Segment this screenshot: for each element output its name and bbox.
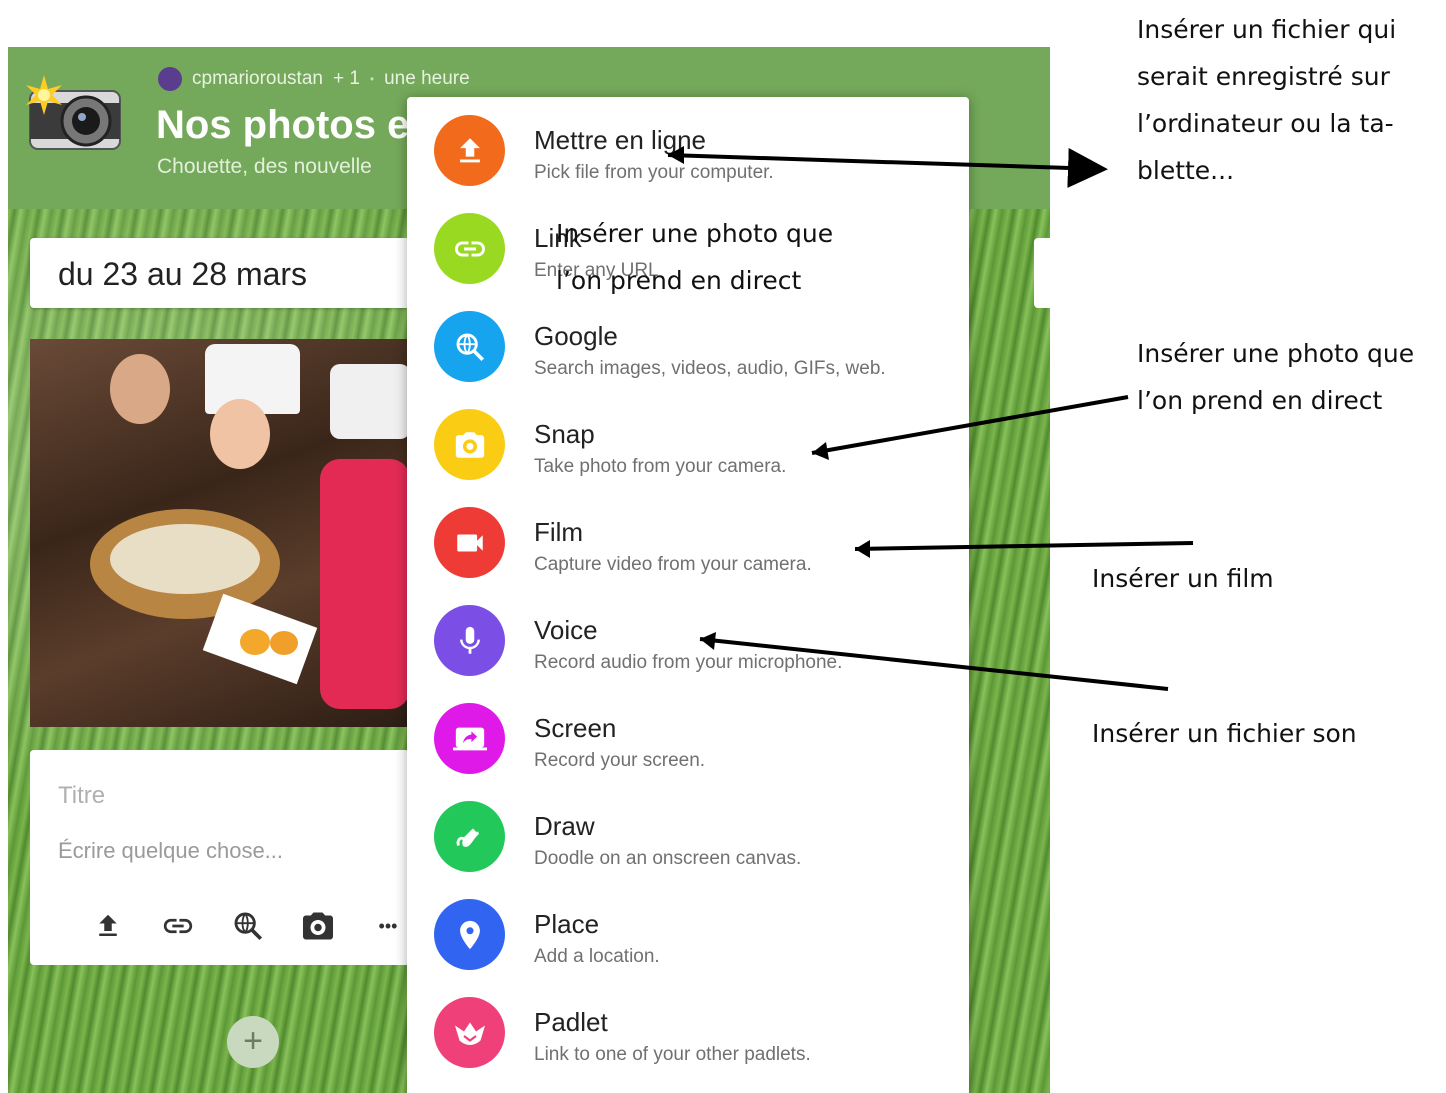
post-photo[interactable] (30, 339, 410, 727)
upload-icon (434, 115, 505, 186)
location-pin-icon (434, 899, 505, 970)
menu-item-description: Pick file from your computer. (534, 162, 774, 183)
menu-item-label: Snap (534, 419, 595, 449)
avatar[interactable] (158, 67, 182, 91)
annotation-line: l’on prend en direct (556, 266, 802, 295)
add-post-button[interactable]: + (227, 1016, 279, 1068)
annotation-line: Insérer une photo que (556, 219, 834, 248)
board-subtitle: Chouette, des nouvelle (157, 155, 372, 178)
photo-detail (110, 524, 260, 594)
annotation-line: l’on prend en direct (1137, 386, 1383, 415)
upload-icon[interactable] (90, 908, 126, 944)
menu-item-description: Link to one of your other padlets. (534, 1044, 811, 1065)
annotation-line: serait enregistré sur (1137, 62, 1390, 91)
menu-item-place[interactable]: Place Add a location. (407, 881, 969, 979)
username[interactable]: cpmarioroustan (192, 68, 323, 90)
camera-icon[interactable] (300, 908, 336, 944)
post-meta: cpmarioroustan + 1 • une heure (158, 67, 470, 91)
menu-item-screen[interactable]: Screen Record your screen. (407, 685, 969, 783)
photo-detail (330, 364, 410, 439)
photo-detail (110, 354, 170, 424)
photo-detail (240, 629, 270, 655)
video-camera-icon (434, 507, 505, 578)
photo-detail (320, 459, 410, 709)
menu-item-label: Screen (534, 713, 617, 743)
menu-item-google[interactable]: Google Search images, videos, audio, GIF… (407, 293, 969, 391)
menu-item-label: Place (534, 909, 600, 939)
menu-item-description: Record audio from your microphone. (534, 652, 843, 673)
photo-detail (210, 399, 270, 469)
annotation-line: Insérer une photo que (1137, 339, 1415, 368)
draw-icon (434, 801, 505, 872)
menu-item-label: Mettre en ligne (534, 125, 706, 155)
camera-logo-icon (26, 75, 121, 150)
camera-icon (434, 409, 505, 480)
menu-item-voice[interactable]: Voice Record audio from your microphone. (407, 587, 969, 685)
title-input[interactable]: Titre (58, 782, 105, 810)
menu-item-description: Take photo from your camera. (534, 456, 787, 477)
annotation-line: Insérer un fichier qui (1137, 15, 1397, 44)
menu-item-film[interactable]: Film Capture video from your camera. (407, 489, 969, 587)
photo-detail (270, 631, 298, 655)
menu-item-label: Padlet (534, 1007, 608, 1037)
screen-share-icon (434, 703, 505, 774)
annotation-snap: Insérer une photo que l’on prend en dire… (1137, 330, 1414, 424)
menu-item-label: Voice (534, 615, 598, 645)
timestamp: une heure (384, 68, 470, 89)
menu-item-padlet[interactable]: Padlet Link to one of your other padlets… (407, 979, 969, 1077)
menu-item-snap[interactable]: Snap Take photo from your camera. (407, 391, 969, 489)
menu-item-draw[interactable]: Draw Doodle on an onscreen canvas. (407, 783, 969, 881)
annotation-film: Insérer un film (1092, 564, 1274, 593)
post-composer: Titre Écrire quelque chose... ••• (30, 750, 410, 965)
column-header[interactable]: du 23 au 28 mars (30, 238, 410, 308)
annotation-voice: Insérer un fichier son (1092, 719, 1357, 748)
body-input[interactable]: Écrire quelque chose... (58, 838, 283, 864)
web-search-icon (434, 311, 505, 382)
annotation-upload: Insérer un fichier qui serait enregistré… (1137, 6, 1396, 194)
web-search-icon[interactable] (230, 908, 266, 944)
meta-separator: • (369, 72, 375, 86)
menu-item-description: Add a location. (534, 946, 660, 967)
link-icon[interactable] (160, 908, 196, 944)
menu-item-label: Google (534, 321, 618, 351)
menu-item-description: Record your screen. (534, 750, 706, 771)
menu-item-upload[interactable]: Mettre en ligne Pick file from your comp… (407, 97, 969, 195)
microphone-icon (434, 605, 505, 676)
menu-item-label: Draw (534, 811, 595, 841)
menu-item-description: Capture video from your camera. (534, 554, 812, 575)
column-title: du 23 au 28 mars (58, 256, 308, 292)
annotation-line: blette... (1137, 156, 1235, 185)
menu-item-label: Film (534, 517, 584, 547)
padlet-bird-icon (434, 997, 505, 1068)
menu-item-description: Doodle on an onscreen canvas. (534, 848, 802, 869)
more-options-icon[interactable]: ••• (370, 908, 406, 944)
composer-toolbar: ••• (90, 908, 406, 944)
annotation-line: l’ordinateur ou la ta- (1137, 109, 1394, 138)
board-title: Nos photos e (156, 103, 410, 147)
next-column-header[interactable] (1034, 238, 1050, 308)
link-icon (434, 213, 505, 284)
annotation-overlay-photo: Insérer une photo que l’on prend en dire… (556, 210, 833, 304)
menu-item-description: Search images, videos, audio, GIFs, web. (534, 358, 886, 379)
collaborator-count[interactable]: + 1 (333, 68, 360, 90)
